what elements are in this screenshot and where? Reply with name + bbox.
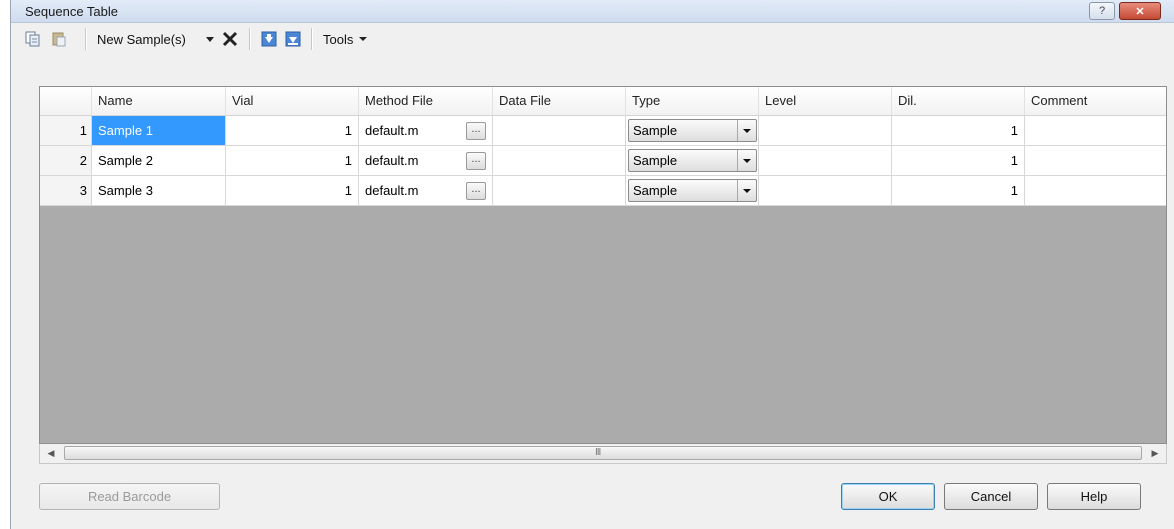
data-file-cell[interactable] (493, 116, 626, 145)
title-bar: Sequence Table ? ✕ (11, 0, 1174, 23)
name-cell[interactable]: Sample 1 (92, 116, 226, 145)
method-file-cell[interactable]: default.m ... (359, 146, 493, 175)
type-dropdown[interactable]: Sample (628, 119, 757, 142)
dropdown-arrow-icon (737, 150, 756, 171)
table-row[interactable]: 2 Sample 2 1 default.m ... Sample 1 (40, 146, 1166, 176)
browse-method-button[interactable]: ... (466, 152, 486, 170)
read-barcode-button[interactable]: Read Barcode (39, 483, 220, 510)
row-number: 1 (40, 116, 92, 145)
sequence-table-dialog: Sequence Table ? ✕ New Sample(s) Tools N… (10, 0, 1174, 529)
type-value: Sample (633, 183, 678, 198)
method-file-value: default.m (365, 153, 419, 168)
new-samples-dropdown-arrow-icon[interactable] (205, 30, 215, 48)
row-header-corner (40, 87, 92, 115)
dil-cell[interactable]: 1 (892, 176, 1025, 205)
window-title: Sequence Table (25, 4, 119, 19)
browse-method-button[interactable]: ... (466, 182, 486, 200)
type-dropdown[interactable]: Sample (628, 149, 757, 172)
help-button[interactable]: Help (1047, 483, 1141, 510)
scrollbar-thumb[interactable]: III (64, 446, 1142, 460)
type-cell[interactable]: Sample (626, 176, 759, 205)
level-cell[interactable] (759, 116, 892, 145)
data-file-cell[interactable] (493, 176, 626, 205)
tools-label: Tools (323, 31, 354, 47)
type-cell[interactable]: Sample (626, 116, 759, 145)
method-file-cell[interactable]: default.m ... (359, 176, 493, 205)
scroll-right-arrow-icon[interactable]: ▶ (1148, 446, 1162, 460)
help-title-button[interactable]: ? (1089, 2, 1115, 20)
copy-icon[interactable] (25, 30, 41, 48)
ok-button[interactable]: OK (841, 483, 935, 510)
column-header-vial[interactable]: Vial (226, 87, 359, 115)
table-row[interactable]: 3 Sample 3 1 default.m ... Sample 1 (40, 176, 1166, 206)
column-header-name[interactable]: Name (92, 87, 226, 115)
close-button[interactable]: ✕ (1119, 2, 1161, 20)
type-dropdown[interactable]: Sample (628, 179, 757, 202)
column-header-type[interactable]: Type (626, 87, 759, 115)
dropdown-arrow-icon (737, 120, 756, 141)
column-header-data-file[interactable]: Data File (493, 87, 626, 115)
dropdown-arrow-icon (737, 180, 756, 201)
column-header-method-file[interactable]: Method File (359, 87, 493, 115)
comment-cell[interactable] (1025, 116, 1166, 145)
type-cell[interactable]: Sample (626, 146, 759, 175)
sequence-grid: Name Vial Method File Data File Type Lev… (39, 86, 1167, 444)
column-header-comment[interactable]: Comment (1025, 87, 1166, 115)
tools-dropdown-arrow-icon (359, 37, 368, 41)
grid-header: Name Vial Method File Data File Type Lev… (40, 87, 1166, 116)
scroll-left-arrow-icon[interactable]: ◀ (44, 446, 58, 460)
comment-cell[interactable] (1025, 146, 1166, 175)
type-value: Sample (633, 123, 678, 138)
column-header-level[interactable]: Level (759, 87, 892, 115)
name-cell[interactable]: Sample 3 (92, 176, 226, 205)
toolbar: New Sample(s) Tools (11, 24, 1174, 54)
column-header-dil[interactable]: Dil. (892, 87, 1025, 115)
name-cell[interactable]: Sample 2 (92, 146, 226, 175)
row-number: 3 (40, 176, 92, 205)
method-file-cell[interactable]: default.m ... (359, 116, 493, 145)
delete-icon[interactable] (221, 30, 239, 48)
move-down-icon[interactable] (261, 30, 277, 48)
method-file-value: default.m (365, 123, 419, 138)
browse-method-button[interactable]: ... (466, 122, 486, 140)
tools-menu-button[interactable]: Tools (323, 30, 368, 48)
dil-cell[interactable]: 1 (892, 116, 1025, 145)
row-number: 2 (40, 146, 92, 175)
type-value: Sample (633, 153, 678, 168)
new-samples-button[interactable]: New Sample(s) (97, 30, 186, 48)
data-file-cell[interactable] (493, 146, 626, 175)
table-row[interactable]: 1 Sample 1 1 default.m ... Sample 1 (40, 116, 1166, 146)
new-samples-label: New Sample(s) (97, 31, 186, 47)
toolbar-separator (311, 28, 313, 50)
method-file-value: default.m (365, 183, 419, 198)
toolbar-separator (249, 28, 251, 50)
level-cell[interactable] (759, 176, 892, 205)
comment-cell[interactable] (1025, 176, 1166, 205)
toolbar-separator (85, 28, 87, 50)
paste-icon[interactable] (51, 30, 67, 48)
vial-cell[interactable]: 1 (226, 146, 359, 175)
insert-below-icon[interactable] (285, 30, 301, 48)
cancel-button[interactable]: Cancel (944, 483, 1038, 510)
scrollbar-grip: III (595, 447, 601, 458)
horizontal-scrollbar[interactable]: ◀ III ▶ (39, 444, 1167, 464)
vial-cell[interactable]: 1 (226, 176, 359, 205)
vial-cell[interactable]: 1 (226, 116, 359, 145)
dil-cell[interactable]: 1 (892, 146, 1025, 175)
level-cell[interactable] (759, 146, 892, 175)
